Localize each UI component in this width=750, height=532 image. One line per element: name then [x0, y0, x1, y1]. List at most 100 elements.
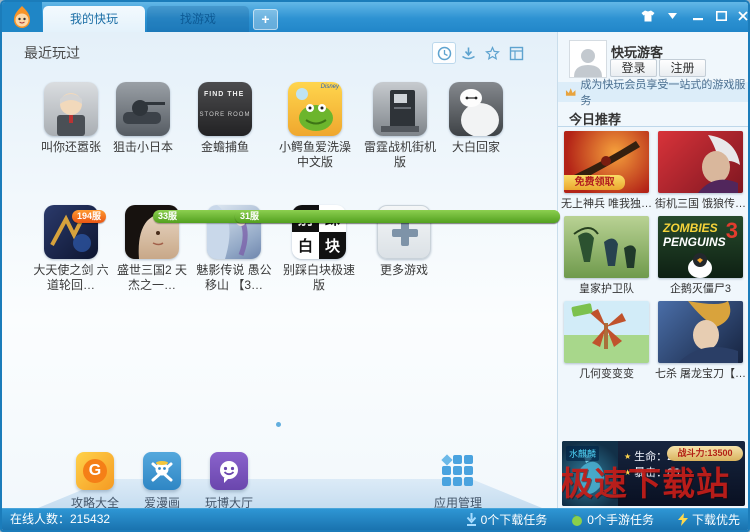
game-title: 小鳄鱼爱洗澡中文版	[276, 140, 354, 170]
close-icon	[738, 11, 748, 21]
brand-text: Disney	[321, 84, 339, 90]
new-tab-button[interactable]: +	[253, 9, 278, 30]
game-title: 叫你还嚣张	[32, 140, 110, 155]
download-tasks[interactable]: 0个下载任务	[466, 511, 548, 528]
favorite-view-button[interactable]	[480, 42, 504, 64]
icon-text: STORE ROOM	[198, 112, 252, 118]
warrior-art-icon	[658, 131, 743, 193]
recommend-caption: 企鹅灭僵尸3	[654, 280, 747, 296]
divider	[558, 126, 748, 127]
game-icon-dabai[interactable]	[449, 82, 503, 136]
download-icon	[461, 46, 476, 61]
app-grid-icon	[441, 454, 475, 488]
history-view-button[interactable]	[432, 42, 456, 64]
game-title: 金蟾捕鱼	[186, 140, 264, 155]
avatar[interactable]	[569, 40, 607, 78]
tank-icon	[116, 82, 170, 136]
login-button[interactable]: 登录	[610, 59, 657, 77]
game-icon-crocodile[interactable]: Disney	[288, 82, 342, 136]
recommend-thumb-penguin[interactable]: ZOMBIES PENGUINS 3	[658, 216, 743, 278]
game-title: 大天使之剑 六道轮回…	[32, 263, 110, 293]
windmill-icon	[564, 301, 649, 363]
close-button[interactable]	[733, 6, 750, 26]
download-priority[interactable]: 下载优先	[678, 511, 740, 528]
dock-item-guides[interactable]: G	[76, 452, 114, 490]
cartoon-man-icon	[44, 82, 98, 136]
recommend-caption: 几何变变变	[560, 365, 653, 381]
penguin-icon	[658, 216, 743, 278]
recommend-thumb-qisha[interactable]	[658, 301, 743, 363]
game-title: 狙击小日本	[104, 140, 182, 155]
game-title: 盛世三国2 天杰之一…	[113, 263, 191, 293]
history-icon	[437, 46, 452, 61]
server-badge: 31服	[235, 210, 560, 223]
recommend-thumb-jihe[interactable]	[564, 301, 649, 363]
site-watermark: 极速下载站	[562, 457, 730, 505]
sidebar: 快玩游客 登录 注册 成为快玩会员享受一站式的游戏服务 今日推荐 免费领取 无上…	[557, 32, 748, 508]
favorite-icon	[485, 46, 500, 61]
archers-art-icon	[564, 216, 649, 278]
dock-item-hall[interactable]	[210, 452, 248, 490]
game-icon-jiaonihai[interactable]	[44, 82, 98, 136]
status-bar: 在线人数：215432 0个下载任务 0个手游任务 下	[2, 508, 748, 530]
server-badge: 194服	[72, 210, 106, 223]
app-logo[interactable]	[2, 2, 42, 32]
mascot-icon	[2, 2, 42, 32]
ad-banner[interactable]: 水麒麟 ★ 生命：2018 ★ 暴击：85 战斗力:13500 极速下载站	[562, 441, 745, 506]
smiley-bubble-icon	[216, 458, 242, 484]
g-logo-icon: G	[83, 459, 107, 483]
recommend-caption: 无上神兵 唯我独…	[560, 195, 653, 211]
icon-text: FIND THE	[198, 91, 252, 98]
game-title: 雷霆战机街机版	[361, 140, 439, 170]
recommend-thumb-huangjia[interactable]	[564, 216, 649, 278]
menu-button[interactable]	[662, 6, 682, 26]
mobile-tasks[interactable]: 0个手游任务	[571, 511, 654, 528]
mobile-game-icon	[571, 514, 583, 526]
maximize-button[interactable]	[711, 6, 731, 26]
dragon-blade-art-icon	[658, 301, 743, 363]
section-title: 最近玩过	[24, 43, 80, 63]
free-claim-band: 免费领取	[564, 175, 625, 190]
dock-item-comics[interactable]	[143, 452, 181, 490]
chevron-down-icon	[668, 13, 677, 19]
game-title: 魅影传说 愚公移山 【3…	[195, 263, 273, 293]
user-silhouette-icon	[573, 45, 603, 77]
view-toolbar	[432, 42, 528, 64]
crocodile-icon	[288, 82, 342, 136]
skin-icon	[640, 9, 656, 23]
crown-icon	[565, 87, 576, 97]
recommend-caption: 七杀 屠龙宝刀【…	[654, 365, 747, 381]
app-window: 我的快玩 找游戏 + 最	[0, 0, 750, 532]
recommend-caption: 皇家护卫队	[560, 280, 653, 296]
more-games-label: 更多游戏	[365, 263, 443, 278]
game-title: 别踩白块极速版	[280, 263, 358, 293]
maximize-icon	[716, 11, 727, 21]
baymax-icon	[449, 82, 503, 136]
game-icon-jinchan[interactable]: FIND THE STORE ROOM	[198, 82, 252, 136]
loading-dot	[276, 422, 281, 427]
register-button[interactable]: 注册	[659, 59, 706, 77]
download-arrow-icon	[466, 513, 477, 526]
lightning-icon	[678, 513, 688, 526]
game-icon-leiting[interactable]	[373, 82, 427, 136]
dock-item-apps[interactable]	[439, 452, 477, 490]
member-banner[interactable]: 成为快玩会员享受一站式的游戏服务	[558, 82, 748, 102]
member-banner-text: 成为快玩会员享受一站式的游戏服务	[580, 76, 748, 108]
main-panel: 最近玩过	[2, 32, 557, 508]
online-count: 在线人数：215432	[10, 509, 110, 530]
minimize-button[interactable]	[688, 6, 708, 26]
category-view-button[interactable]	[504, 42, 528, 64]
category-icon	[509, 46, 524, 61]
game-icon-juji[interactable]	[116, 82, 170, 136]
skull-crossbones-icon	[149, 458, 175, 484]
title-bar: 我的快玩 找游戏 +	[2, 2, 748, 32]
download-view-button[interactable]	[456, 42, 480, 64]
game-title: 大白回家	[437, 140, 515, 155]
tab-my-kuaiwan[interactable]: 我的快玩	[43, 6, 145, 32]
tab-find-games[interactable]: 找游戏	[147, 6, 249, 32]
arcade-machine-icon	[373, 82, 427, 136]
skin-button[interactable]	[638, 6, 658, 26]
recommend-thumb-jieji[interactable]	[658, 131, 743, 193]
minimize-icon	[693, 11, 703, 21]
recommend-thumb-wushang[interactable]: 免费领取	[564, 131, 649, 193]
